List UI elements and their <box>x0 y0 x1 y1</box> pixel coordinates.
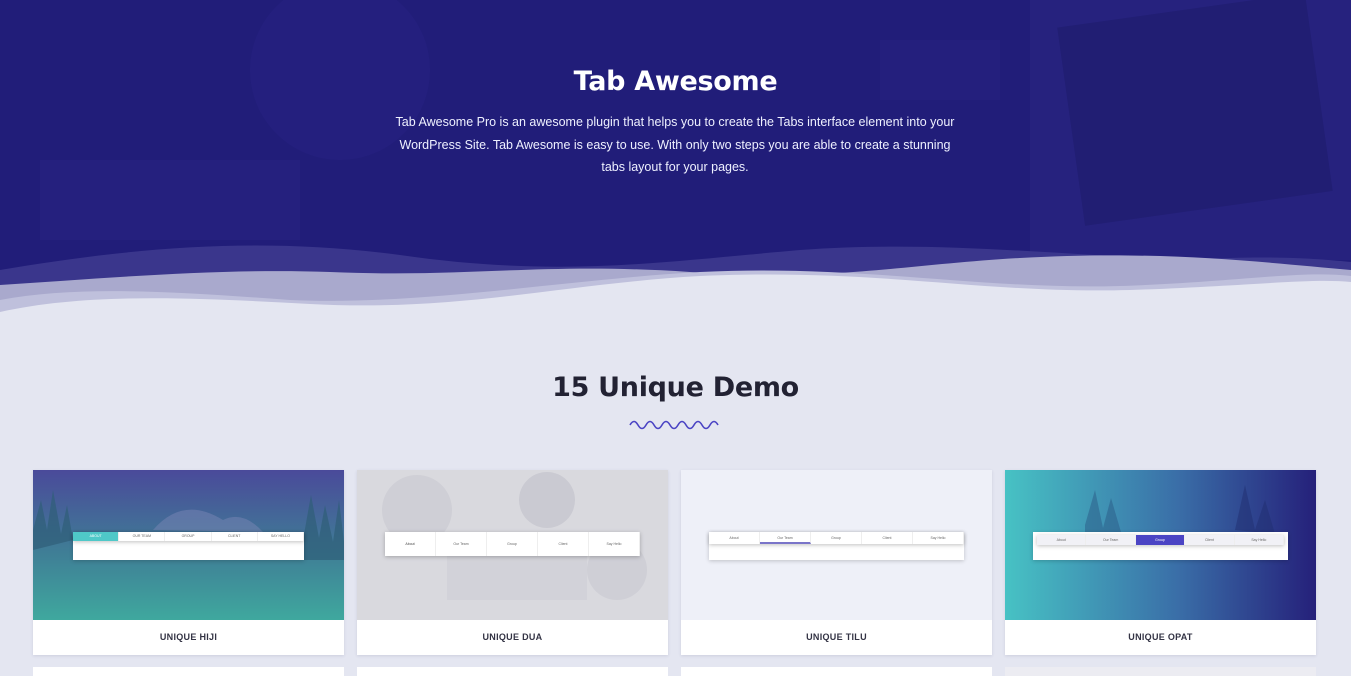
demo-card-row2-2[interactable] <box>357 667 668 676</box>
tab-about: About <box>709 532 760 544</box>
tab-group: Group <box>811 532 862 544</box>
tab-say-hello: Say Hello <box>913 532 964 544</box>
tab-our-team: OUR TEAM <box>119 532 166 541</box>
tab-client: CLIENT <box>212 532 258 541</box>
tab-our-team: Our Team <box>1086 535 1136 545</box>
demo-card-unique-hiji[interactable]: ABOUT OUR TEAM GROUP CLIENT SAY HELLO UN… <box>33 470 344 655</box>
hero-description: Tab Awesome Pro is an awesome plugin tha… <box>395 115 955 174</box>
tab-client: Client <box>862 532 913 544</box>
tab-our-team: Our Team <box>760 532 811 544</box>
tab-say-hello: Say Hello <box>1235 535 1285 545</box>
demo-card-unique-opat[interactable]: About Our Team Group Client Say Hello UN… <box>1005 470 1316 655</box>
tab-about: About <box>385 532 436 556</box>
demo-card-row2-1[interactable] <box>33 667 344 676</box>
tab-say-hello: SAY HELLO <box>258 532 305 541</box>
demos-section-title: 15 Unique Demo <box>552 372 799 403</box>
tab-group: Group <box>487 532 538 556</box>
demo-card-unique-dua[interactable]: About Our Team Group Client Say Hello UN… <box>357 470 668 655</box>
tabs-preview: About Our Team Group Client Say Hello <box>385 532 640 556</box>
hero-section: Tab Awesome Tab Awesome Pro is an awesom… <box>0 0 1351 330</box>
tab-group: Group <box>1135 535 1186 545</box>
tab-about: ABOUT <box>73 532 120 541</box>
tabs-preview: ABOUT OUR TEAM GROUP CLIENT SAY HELLO <box>73 532 305 541</box>
demo-thumbnail[interactable]: ABOUT OUR TEAM GROUP CLIENT SAY HELLO <box>33 470 344 620</box>
tabs-preview: About Our Team Group Client Say Hello <box>709 532 964 544</box>
demo-card-label[interactable]: UNIQUE TILU <box>681 620 992 655</box>
tab-group: GROUP <box>165 532 212 541</box>
tab-client: Client <box>538 532 589 556</box>
tab-client: Client <box>1185 535 1235 545</box>
demo-card-label[interactable]: UNIQUE OPAT <box>1005 620 1316 655</box>
demo-card-label[interactable]: UNIQUE DUA <box>357 620 668 655</box>
demo-thumbnail[interactable]: About Our Team Group Client Say Hello <box>1005 470 1316 620</box>
tab-our-team: Our Team <box>436 532 487 556</box>
demo-card-row2-4[interactable] <box>1005 667 1316 676</box>
squiggle-divider-icon <box>629 420 719 430</box>
demo-card-label[interactable]: UNIQUE HIJI <box>33 620 344 655</box>
tab-about: About <box>1037 535 1087 545</box>
demo-thumbnail[interactable]: About Our Team Group Client Say Hello <box>681 470 992 620</box>
demo-thumbnail[interactable]: About Our Team Group Client Say Hello <box>357 470 668 620</box>
tab-say-hello: Say Hello <box>589 532 640 556</box>
demo-card-unique-tilu[interactable]: About Our Team Group Client Say Hello UN… <box>681 470 992 655</box>
demo-card-row2-3[interactable] <box>681 667 992 676</box>
tabs-preview: About Our Team Group Client Say Hello <box>1037 535 1285 545</box>
hero-title: Tab Awesome <box>573 66 778 97</box>
